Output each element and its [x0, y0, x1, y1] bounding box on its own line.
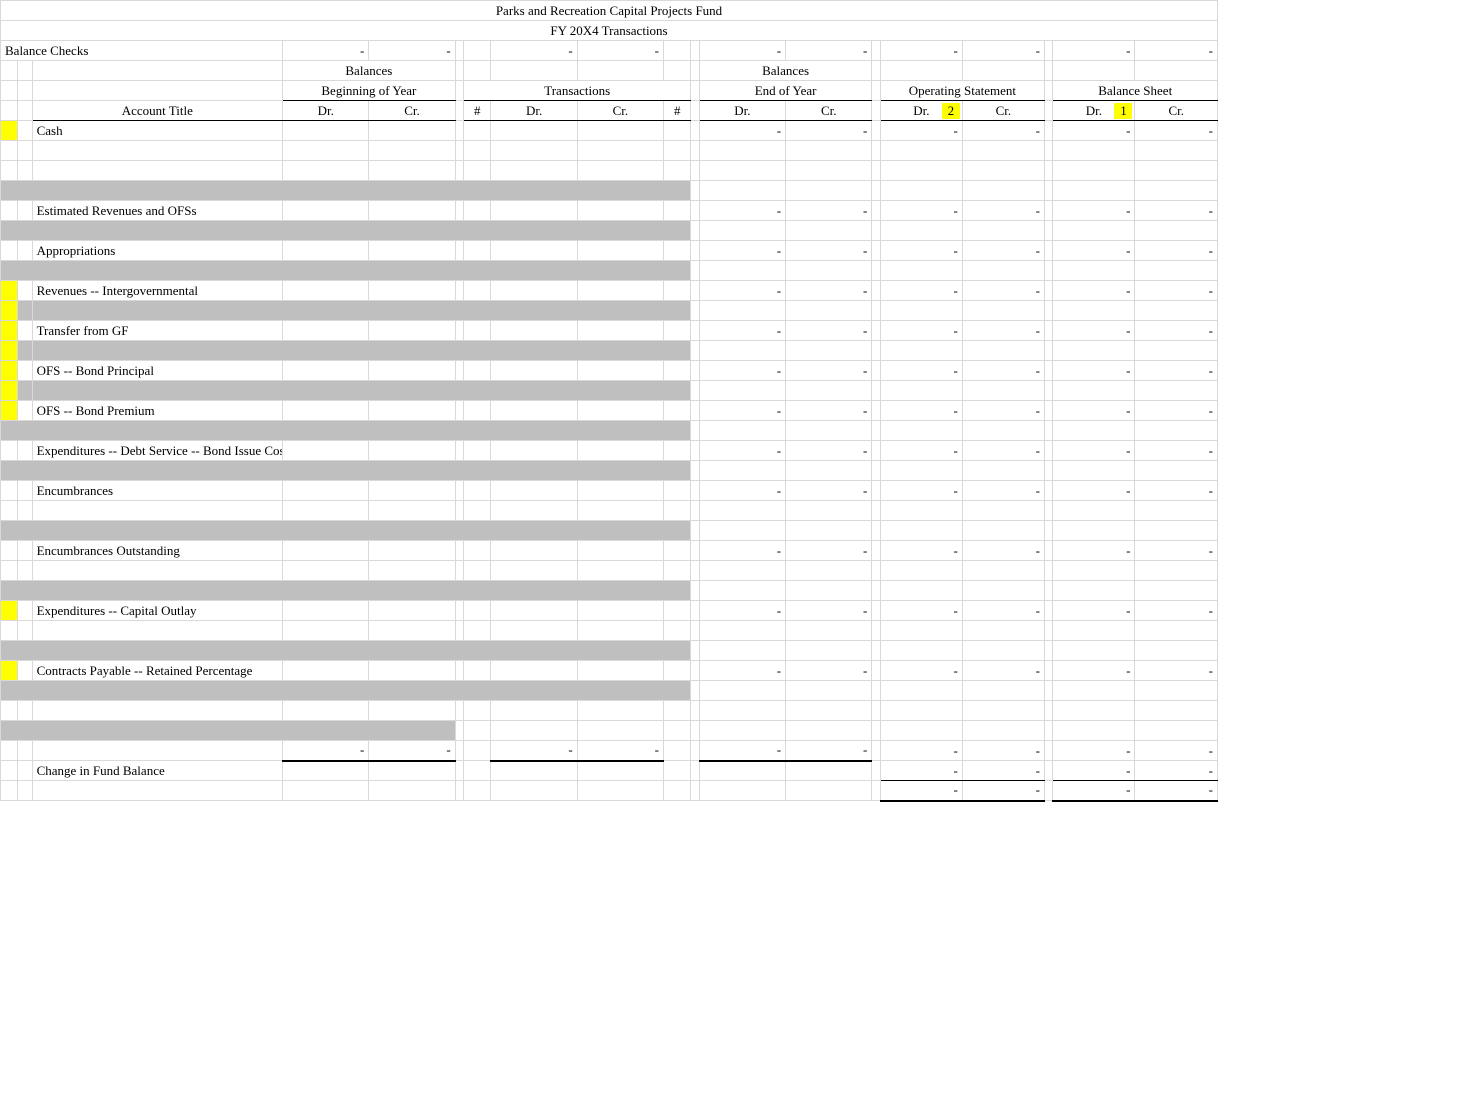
acct-encout: Encumbrances Outstanding	[32, 541, 283, 561]
hdr-balances-end: Balances	[699, 61, 872, 81]
hdr-balsheet: Balance Sheet	[1053, 81, 1218, 101]
tot-bs-cr: -	[1135, 741, 1218, 761]
chg-bs-dr: -	[1053, 761, 1135, 781]
title-row-2: FY 20X4 Transactions	[1, 21, 1218, 41]
hdr-balances-begin: Balances	[283, 61, 456, 81]
tot-os-dr: -	[880, 741, 962, 761]
acct-tfromgf: Transfer from GF	[32, 321, 283, 341]
acct-approp: Appropriations	[32, 241, 283, 261]
worksheet-table: Parks and Recreation Capital Projects Fu…	[0, 0, 1218, 802]
row-expds: Expenditures -- Debt Service -- Bond Iss…	[1, 441, 1218, 461]
acct-estrev: Estimated Revenues and OFSs	[32, 201, 283, 221]
bc-os-cr: -	[962, 41, 1044, 61]
hdr-opstmt: Operating Statement	[880, 81, 1044, 101]
acct-expds: Expenditures -- Debt Service -- Bond Iss…	[32, 441, 283, 461]
tot-end-dr: -	[699, 741, 785, 761]
bc-bs-cr: -	[1135, 41, 1218, 61]
row-encout: Encumbrances Outstanding - - - - - -	[1, 541, 1218, 561]
hdr-os-dr: Dr. 2	[880, 101, 962, 121]
row-revig: Revenues -- Intergovernmental - - - - - …	[1, 281, 1218, 301]
hdr-os-cr: Cr.	[962, 101, 1044, 121]
row-enc: Encumbrances - - - - - -	[1, 481, 1218, 501]
row-ofsprem: OFS -- Bond Premium - - - - - -	[1, 401, 1218, 421]
marker-expcap	[1, 601, 18, 621]
acct-expcap: Expenditures -- Capital Outlay	[32, 601, 283, 621]
op-chip: 2	[942, 103, 960, 119]
acct-cpr: Contracts Payable -- Retained Percentage	[32, 661, 283, 681]
marker-cpr	[1, 661, 18, 681]
acct-ofsprem: OFS -- Bond Premium	[32, 401, 283, 421]
title-row-1: Parks and Recreation Capital Projects Fu…	[1, 1, 1218, 21]
hdr-tr-cr: Cr.	[577, 101, 663, 121]
hdr-bs-cr: Cr.	[1135, 101, 1218, 121]
hdr-num-l: #	[464, 101, 491, 121]
acct-cash: Cash	[32, 121, 283, 141]
section-header-row-1: Balances Balances	[1, 61, 1218, 81]
balance-checks-label: Balance Checks	[1, 41, 283, 61]
hdr-num-r: #	[664, 101, 691, 121]
row-totals: - - - - - - - - - -	[1, 741, 1218, 761]
row-estrev: Estimated Revenues and OFSs - - - - - -	[1, 201, 1218, 221]
tot-os-cr: -	[962, 741, 1044, 761]
row-cash: Cash - - - - - -	[1, 121, 1218, 141]
balance-checks-row: Balance Checks - - - - - - - - - -	[1, 41, 1218, 61]
hdr-end-dr: Dr.	[699, 101, 785, 121]
row-tfromgf: Transfer from GF - - - - - -	[1, 321, 1218, 341]
hdr-account: Account Title	[32, 101, 283, 121]
row-expcap: Expenditures -- Capital Outlay - - - - -…	[1, 601, 1218, 621]
acct-enc: Encumbrances	[32, 481, 283, 501]
tot-begin-cr: -	[369, 741, 455, 761]
bc-tr-dr: -	[491, 41, 577, 61]
hdr-end-cr: Cr.	[786, 101, 872, 121]
hdr-begin-dr: Dr.	[283, 101, 369, 121]
marker-revig	[1, 281, 18, 301]
bc-end-cr: -	[786, 41, 872, 61]
gt-bs-cr: -	[1135, 781, 1218, 801]
chg-os-dr: -	[880, 761, 962, 781]
row-cpr: Contracts Payable -- Retained Percentage…	[1, 661, 1218, 681]
column-header-row: Account Title Dr. Cr. # Dr. Cr. # Dr. Cr…	[1, 101, 1218, 121]
tot-begin-dr: -	[283, 741, 369, 761]
hdr-bs-dr: Dr. 1	[1053, 101, 1135, 121]
tot-end-cr: -	[786, 741, 872, 761]
chg-os-cr: -	[962, 761, 1044, 781]
row-grand-total: - - - -	[1, 781, 1218, 801]
marker-tfromgf	[1, 321, 18, 341]
acct-ofsbp: OFS -- Bond Principal	[32, 361, 283, 381]
hdr-begin-cr: Cr.	[369, 101, 455, 121]
acct-chgfb: Change in Fund Balance	[32, 761, 283, 781]
bc-tr-cr: -	[577, 41, 663, 61]
bc-bs-dr: -	[1053, 41, 1135, 61]
bc-end-dr: -	[699, 41, 785, 61]
tot-tr-cr: -	[577, 741, 663, 761]
tot-bs-dr: -	[1053, 741, 1135, 761]
marker-cash	[1, 121, 18, 141]
chg-bs-cr: -	[1135, 761, 1218, 781]
row-approp: Appropriations - - - - - -	[1, 241, 1218, 261]
row-ofsbp: OFS -- Bond Principal - - - - - -	[1, 361, 1218, 381]
bs-chip: 1	[1114, 103, 1132, 119]
section-header-row-2: Beginning of Year Transactions End of Ye…	[1, 81, 1218, 101]
row-chgfb: Change in Fund Balance - - - -	[1, 761, 1218, 781]
hdr-transactions: Transactions	[464, 81, 691, 101]
bc-begin-dr: -	[283, 41, 369, 61]
gt-os-cr: -	[962, 781, 1044, 801]
marker-ofsprem	[1, 401, 18, 421]
gt-os-dr: -	[880, 781, 962, 801]
tot-tr-dr: -	[491, 741, 577, 761]
hdr-end-year: End of Year	[699, 81, 872, 101]
hdr-begin-year: Beginning of Year	[283, 81, 456, 101]
marker-ofsbp	[1, 361, 18, 381]
acct-revig: Revenues -- Intergovernmental	[32, 281, 283, 301]
bc-begin-cr: -	[369, 41, 455, 61]
hdr-tr-dr: Dr.	[491, 101, 577, 121]
gt-bs-dr: -	[1053, 781, 1135, 801]
bc-os-dr: -	[880, 41, 962, 61]
